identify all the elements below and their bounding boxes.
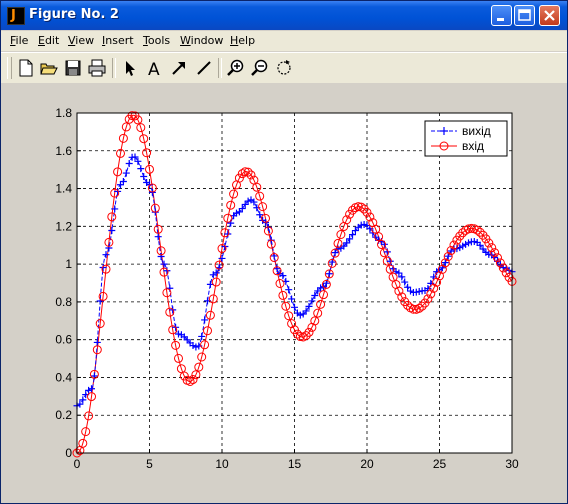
print-icon[interactable] bbox=[87, 58, 107, 78]
svg-text:A: A bbox=[148, 60, 160, 78]
y-tick-label: 1.2 bbox=[55, 219, 72, 233]
y-tick-label: 1.8 bbox=[55, 106, 72, 120]
x-tick-label: 30 bbox=[505, 457, 519, 471]
window-title: Figure No. 2 bbox=[29, 7, 119, 22]
menu-tools[interactable]: Tools bbox=[143, 34, 170, 47]
legend-input-label: вхід bbox=[462, 139, 484, 153]
menu-file[interactable]: File bbox=[10, 34, 28, 47]
x-tick-label: 10 bbox=[215, 457, 229, 471]
toolbar-separator bbox=[218, 58, 222, 78]
figure-canvas[interactable]: 0 5 10 15 20 25 30 0 0.2 0.4 0.6 0.8 1 1.2 1.4 1.6 1.8 ви… bbox=[1, 83, 567, 503]
insert-line-icon[interactable] bbox=[194, 58, 214, 78]
zoom-out-icon[interactable] bbox=[250, 58, 270, 78]
figure-window: J Figure No. 2 File Edit View Insert Too… bbox=[0, 0, 568, 504]
menu-window[interactable]: Window bbox=[180, 34, 223, 47]
toolbar: A bbox=[1, 52, 567, 84]
x-tick-label: 20 bbox=[360, 457, 374, 471]
close-icon bbox=[544, 10, 555, 21]
menu-view[interactable]: View bbox=[68, 34, 94, 47]
save-icon[interactable] bbox=[63, 58, 83, 78]
minimize-icon bbox=[497, 18, 504, 21]
y-tick-label: 0.2 bbox=[55, 408, 72, 422]
new-file-icon[interactable] bbox=[16, 58, 36, 78]
toolbar-separator bbox=[112, 58, 116, 78]
close-button[interactable] bbox=[539, 5, 560, 26]
x-tick-label: 0 bbox=[74, 457, 81, 471]
y-tick-label: 1.6 bbox=[55, 144, 72, 158]
menu-edit[interactable]: Edit bbox=[38, 34, 59, 47]
title-bar[interactable]: J Figure No. 2 bbox=[1, 1, 567, 30]
y-tick-label: 0.6 bbox=[55, 333, 72, 347]
zoom-in-icon[interactable] bbox=[226, 58, 246, 78]
rotate-icon[interactable] bbox=[274, 58, 294, 78]
legend-output-label: вихід bbox=[462, 124, 491, 138]
matlab-icon: J bbox=[7, 7, 25, 25]
insert-arrow-icon[interactable] bbox=[169, 58, 189, 78]
toolbar-grip[interactable] bbox=[7, 57, 12, 79]
y-tick-label: 1 bbox=[65, 257, 72, 271]
menu-help[interactable]: Help bbox=[230, 34, 255, 47]
y-tick-label: 0 bbox=[65, 446, 72, 460]
select-arrow-icon[interactable] bbox=[120, 58, 140, 78]
y-tick-label: 0.4 bbox=[55, 370, 72, 384]
menu-bar: File Edit View Insert Tools Window Help bbox=[1, 31, 567, 51]
y-tick-label: 1.4 bbox=[55, 182, 72, 196]
maximize-icon bbox=[518, 9, 531, 21]
maximize-button[interactable] bbox=[514, 5, 535, 26]
y-tick-label: 0.8 bbox=[55, 295, 72, 309]
x-tick-label: 25 bbox=[433, 457, 447, 471]
x-tick-label: 5 bbox=[146, 457, 153, 471]
insert-text-icon[interactable]: A bbox=[144, 58, 164, 78]
x-tick-label: 15 bbox=[288, 457, 302, 471]
menu-insert[interactable]: Insert bbox=[102, 34, 134, 47]
open-folder-icon[interactable] bbox=[39, 58, 59, 78]
minimize-button[interactable] bbox=[491, 5, 512, 26]
plot-svg[interactable]: 0 5 10 15 20 25 30 0 0.2 0.4 0.6 0.8 1 1.2 1.4 1.6 1.8 ви… bbox=[1, 83, 567, 503]
